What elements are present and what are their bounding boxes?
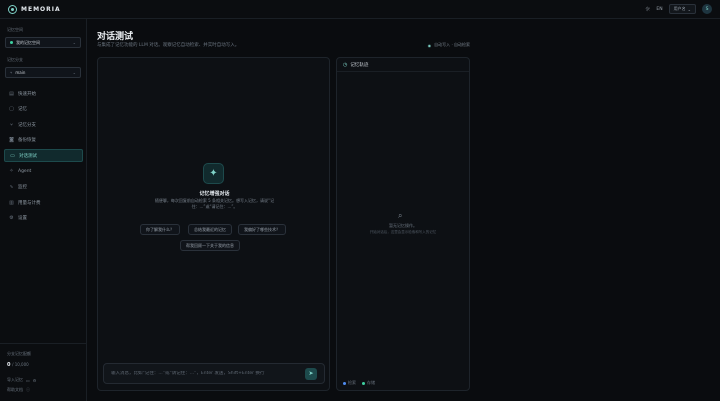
chat-icon: ▭	[10, 152, 15, 159]
memory-mode-indicator: ◉ 自动写入 · 自动检索	[428, 42, 470, 48]
chat-icon: ▭	[26, 377, 30, 383]
suggestion-chip[interactable]: 总结我最近的记忆	[188, 224, 232, 235]
store-dot-icon	[362, 381, 365, 385]
clock-icon: ◷	[343, 61, 348, 68]
memory-mode-label: 自动写入 · 自动检索	[434, 42, 470, 47]
avatar[interactable]: S	[702, 4, 712, 14]
sidebar-item-label: Agent	[18, 168, 32, 174]
logo[interactable]: MEMORIA	[8, 4, 61, 14]
gear-icon: ⚙	[9, 215, 14, 222]
sidebar-item-label: 对话测试	[19, 153, 37, 159]
space-select[interactable]: 我的记忆空间 ⌄	[5, 37, 81, 48]
legend-retrieve-label: 检索	[348, 380, 356, 385]
empty-state-description: 随便聊，每次回复前自动检索 5 条相关记忆。想写入记忆，请说“记住：...”或“…	[154, 198, 275, 209]
trace-legend: 检索 存储	[343, 380, 375, 386]
trace-header: ◷ 记忆轨迹	[337, 58, 469, 72]
legend-retrieve: 检索	[343, 380, 356, 386]
sidebar-item-label: 备份恢复	[18, 138, 36, 144]
book-icon: ▤	[9, 90, 14, 97]
sidebar-item-branches[interactable]: ⑂ 记忆分支	[4, 118, 83, 131]
memory-total: / 10,000	[12, 362, 29, 367]
sidebar-item-monitor[interactable]: ∿ 监控	[4, 181, 83, 194]
sparkle-icon: ✦	[203, 163, 224, 184]
branch-select[interactable]: ⑂ main ⌄	[5, 67, 81, 78]
app-root: MEMORIA ☼ EN 用户名 ⌄ S 记忆空间 我的记忆空间 ⌄ 记忆分支 …	[0, 0, 720, 401]
branch-icon: ⑂	[9, 121, 13, 128]
sparkle-icon: ✧	[9, 168, 14, 175]
status-indicator-icon: ◉	[427, 42, 432, 48]
sidebar-nav: ▤ 快速开始 ▢ 记忆 ⑂ 记忆分支 ◙ 备份恢复 ▭ 对话测试 ✧ Agent ∿ 监控 ▥…	[4, 87, 83, 227]
memory-trace-panel: ◷ 记忆轨迹 ⌕ 暂无记忆操作。 开始对话后，这里会显示检索和写入的记忆 检索 …	[336, 57, 470, 391]
import-label: 导入记忆	[7, 377, 23, 382]
legend-store-label: 存储	[367, 380, 375, 385]
branch-label: 记忆分支	[7, 57, 23, 62]
sidebar-item-quickstart[interactable]: ▤ 快速开始	[4, 87, 83, 100]
quota-label: 分支记忆配额	[7, 351, 31, 356]
trace-empty-subtitle: 开始对话后，这里会显示检索和写入的记忆	[369, 230, 437, 234]
language-switch[interactable]: EN	[656, 7, 662, 12]
sidebar-item-backup[interactable]: ◙ 备份恢复	[4, 134, 83, 147]
chevron-down-icon: ⌄	[72, 40, 76, 45]
memoria-logo-icon	[8, 4, 17, 14]
sidebar-item-label: 快速开始	[18, 91, 36, 97]
sidebar-item-chat-test[interactable]: ▭ 对话测试	[4, 149, 83, 163]
memory-count: 0 / 10,000	[7, 362, 29, 368]
trace-empty-title: 暂无记忆操作。	[389, 223, 417, 228]
suggestion-chip[interactable]: 你了解我什么？	[140, 224, 180, 235]
suggestion-chip[interactable]: 我偏好了哪些技术？	[238, 224, 286, 235]
sidebar-item-memories[interactable]: ▢ 记忆	[4, 103, 83, 116]
sidebar-item-label: 记忆	[18, 107, 27, 113]
chevron-down-icon: ⌄	[72, 70, 76, 75]
user-menu-label: 用户名	[673, 6, 686, 11]
chat-composer: ➤	[103, 363, 325, 384]
memory-used: 0	[7, 362, 11, 368]
sidebar-item-label: 记忆分支	[18, 122, 36, 128]
sidebar-item-usage[interactable]: ▥ 用量与计费	[4, 196, 83, 209]
space-label: 记忆空间	[7, 27, 23, 32]
user-menu-button[interactable]: 用户名 ⌄	[668, 4, 696, 14]
send-icon: ➤	[308, 370, 314, 377]
activity-icon: ∿	[9, 184, 14, 191]
top-bar: MEMORIA ☼ EN 用户名 ⌄ S	[0, 0, 720, 19]
sidebar-item-agent[interactable]: ✧ Agent	[4, 165, 83, 178]
chat-panel: ✦ 记忆增强对话 随便聊，每次回复前自动检索 5 条相关记忆。想写入记忆，请说“…	[97, 57, 330, 391]
empty-state-title: 记忆增强对话	[199, 191, 230, 197]
help-label: 帮助文档	[7, 387, 23, 392]
space-select-value: 我的记忆空间	[16, 39, 40, 45]
legend-store: 存储	[362, 380, 375, 386]
sidebar-item-label: 设置	[18, 216, 27, 222]
chevron-down-icon: ⌄	[687, 6, 691, 12]
import-link[interactable]: 导入记忆 ▭ ⚙	[7, 377, 36, 383]
sidebar-item-label: 监控	[18, 185, 27, 191]
suggestion-chip[interactable]: 帮我回顾一下关于我的信息	[180, 240, 240, 251]
chat-input[interactable]	[111, 371, 305, 376]
status-dot-icon	[10, 41, 13, 44]
sidebar-footer: 分支记忆配额 0 / 10,000 导入记忆 ▭ ⚙ 帮助文档 ⓘ	[0, 343, 87, 401]
brand-name: MEMORIA	[21, 5, 61, 13]
help-icon: ⓘ	[26, 387, 30, 392]
top-actions: ☼ EN 用户名 ⌄ S	[645, 4, 712, 14]
document-icon: ▢	[9, 106, 14, 113]
help-link[interactable]: 帮助文档 ⓘ	[7, 387, 30, 393]
send-button[interactable]: ➤	[305, 367, 317, 380]
branch-icon: ⑂	[10, 70, 13, 75]
search-icon: ⌕	[398, 211, 403, 220]
sidebar: 记忆空间 我的记忆空间 ⌄ 记忆分支 ⑂ main ⌄ ▤ 快速开始 ▢ 记忆 ⑂ 记…	[0, 19, 87, 401]
retrieve-dot-icon	[343, 381, 346, 385]
sidebar-item-label: 用量与计费	[18, 200, 41, 206]
page-title: 对话测试	[97, 32, 134, 42]
gear-icon: ⚙	[32, 377, 37, 383]
sun-icon[interactable]: ☼	[645, 6, 650, 13]
trace-title: 记忆轨迹	[350, 62, 369, 68]
branch-select-value: main	[15, 70, 26, 75]
bar-chart-icon: ▥	[9, 199, 14, 206]
page-subtitle: 与集成了记忆功能的 LLM 对话。观察记忆自动检索、并实时自动写入。	[97, 43, 240, 48]
camera-icon: ◙	[9, 137, 14, 144]
sidebar-item-settings[interactable]: ⚙ 设置	[4, 212, 83, 225]
